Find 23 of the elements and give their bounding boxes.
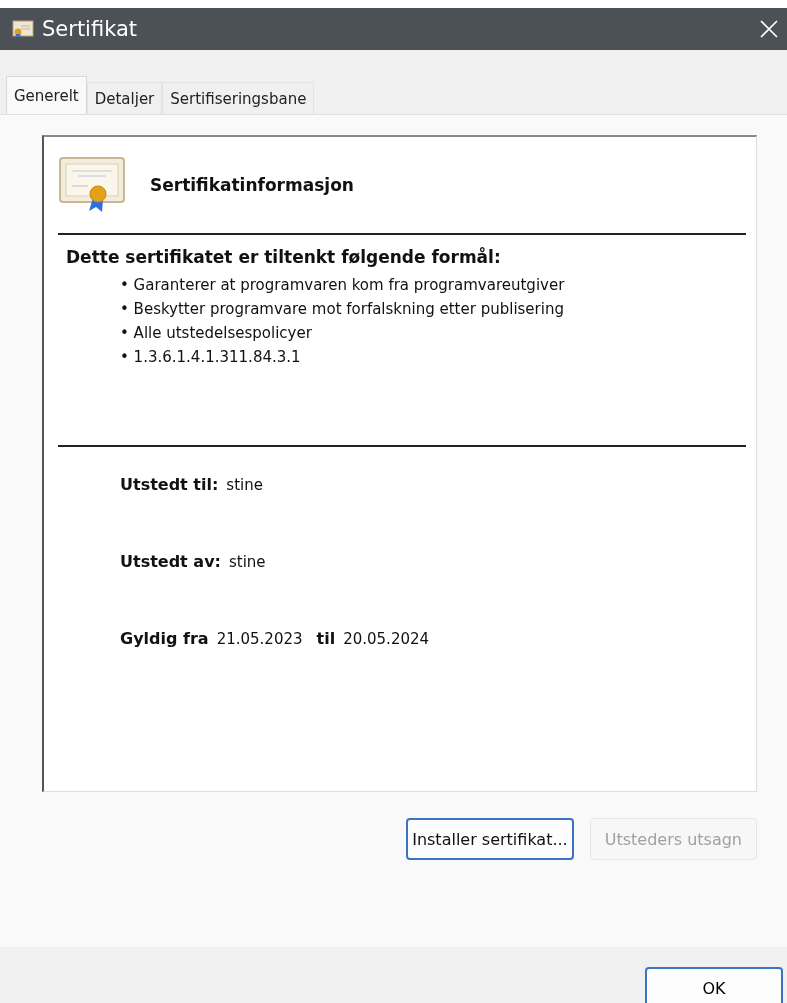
tab[interactable]: Generelt (6, 76, 87, 114)
field-label: til (316, 629, 336, 648)
field-label: Utstedt til: (120, 475, 219, 494)
date-value: 21.05.2023 (216, 630, 303, 648)
date-value: 20.05.2024 (343, 630, 430, 648)
purpose-title: Dette sertifikatet er tiltenkt følgende formål: (65, 247, 502, 267)
certificate-icon (58, 156, 126, 214)
field-value: stine (228, 553, 266, 571)
ok-button[interactable]: OK (645, 967, 783, 1003)
tab[interactable]: Sertifiseringsbane (162, 82, 315, 114)
section-heading: Sertifikatinformasjon (150, 175, 354, 195)
action-button[interactable]: Installer sertifikat... (406, 818, 574, 860)
field-label: Gyldig fra (120, 629, 209, 648)
field-value: stine (226, 476, 263, 494)
tab[interactable]: Detaljer (86, 82, 163, 114)
certificate-icon (12, 19, 34, 39)
window-title: Sertifikat (42, 17, 139, 41)
purpose-item: • Garanterer at programvaren kom fra programvareutgiver (120, 275, 566, 296)
purpose-item: • 1.3.6.1.4.1.311.84.3.1 (120, 347, 302, 368)
purpose-item: • Beskytter programvare mot forfalskning etter publisering (120, 299, 565, 320)
close-icon[interactable] (759, 19, 779, 39)
purpose-item: • Alle utstedelsespolicyer (120, 323, 313, 344)
field-label: Utstedt av: (120, 552, 221, 571)
